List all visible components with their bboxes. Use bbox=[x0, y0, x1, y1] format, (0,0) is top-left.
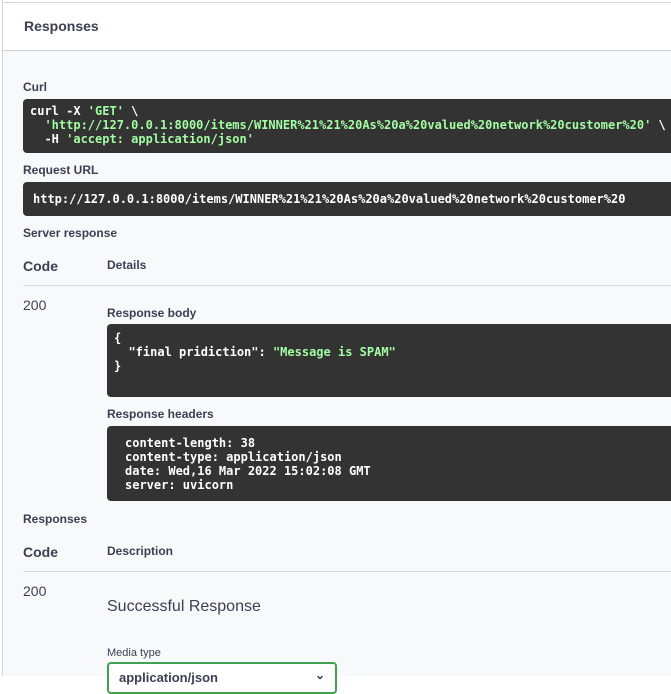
response-description: Successful Response bbox=[107, 598, 261, 615]
curl-line-3: -H 'accept: application/json' bbox=[30, 132, 254, 146]
server-response-code-header: Code bbox=[23, 258, 58, 274]
server-response-status-code: 200 bbox=[23, 297, 47, 313]
request-url-value: http://127.0.0.1:8000/items/WINNER%21%21… bbox=[33, 192, 626, 206]
responses-section-label: Responses bbox=[23, 512, 88, 526]
server-response-divider bbox=[23, 285, 671, 286]
curl-label: Curl bbox=[23, 80, 47, 94]
header-line: content-length: 38 bbox=[125, 436, 256, 450]
responses-status-code: 200 bbox=[23, 583, 47, 599]
request-url-block[interactable]: http://127.0.0.1:8000/items/WINNER%21%21… bbox=[23, 182, 671, 216]
chevron-down-icon: ⌄ bbox=[314, 668, 325, 682]
response-headers-block[interactable]: content-length: 38 content-type: applica… bbox=[107, 426, 671, 501]
request-url-label: Request URL bbox=[23, 163, 99, 177]
media-type-select[interactable]: application/json ⌄ bbox=[107, 662, 337, 694]
media-type-value: application/json bbox=[119, 670, 218, 685]
responses-description-header: Description bbox=[107, 544, 174, 558]
server-response-label: Server response bbox=[23, 226, 118, 240]
response-body-block[interactable]: { "final pridiction": "Message is SPAM" … bbox=[107, 324, 671, 397]
media-type-label: Media type bbox=[107, 647, 161, 659]
header-line: date: Wed,16 Mar 2022 15:02:08 GMT bbox=[125, 464, 371, 478]
header-line: server: uvicorn bbox=[125, 478, 234, 492]
responses-title: Responses bbox=[24, 18, 99, 34]
server-response-details-header: Details bbox=[107, 258, 147, 272]
responses-code-header: Code bbox=[23, 544, 58, 560]
curl-code-block[interactable]: curl -X 'GET' \ 'http://127.0.0.1:8000/i… bbox=[23, 99, 671, 153]
responses-header: Responses bbox=[3, 3, 671, 51]
responses-divider bbox=[23, 571, 671, 572]
response-body-value: "Message is SPAM" bbox=[272, 345, 396, 359]
curl-line-1: curl -X 'GET' \ bbox=[30, 104, 139, 118]
response-headers-label: Response headers bbox=[107, 407, 214, 421]
header-line: content-type: application/json bbox=[125, 450, 342, 464]
response-body-label: Response body bbox=[107, 306, 197, 320]
curl-line-2: 'http://127.0.0.1:8000/items/WINNER%21%2… bbox=[44, 118, 666, 132]
